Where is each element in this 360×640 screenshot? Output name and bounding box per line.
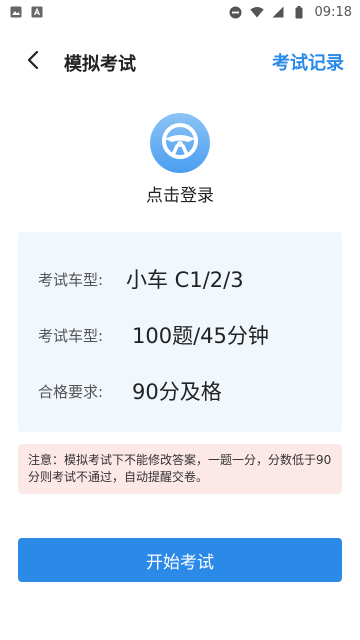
chevron-left-icon: [26, 50, 40, 74]
info-value: 小车 C1/2/3: [126, 268, 244, 292]
info-row-questions: 考试车型: 100题/45分钟: [38, 320, 269, 350]
wifi-icon: [249, 5, 264, 19]
notice-banner: 注意：模拟考试下不能修改答案，一题一分，分数低于90分则考试不通过，自动提醒交卷…: [18, 444, 342, 494]
exam-info-card: 考试车型: 小车 C1/2/3 考试车型: 100题/45分钟 合格要求: 90…: [18, 232, 342, 432]
battery-icon: [292, 5, 306, 19]
steering-wheel-icon: [160, 121, 200, 165]
status-bar: 09:18: [0, 0, 360, 24]
info-row-pass: 合格要求: 90分及格: [38, 376, 222, 406]
status-bar-left: [9, 5, 44, 19]
info-label: 考试车型:: [38, 270, 104, 289]
status-time: 09:18: [314, 4, 352, 20]
image-icon: [9, 5, 23, 19]
login-link[interactable]: 点击登录: [0, 181, 360, 206]
signal-icon: [271, 5, 285, 19]
back-button[interactable]: [20, 49, 46, 75]
info-value: 100题/45分钟: [132, 324, 269, 348]
nav-bar: 模拟考试 考试记录: [0, 36, 360, 86]
do-not-disturb-icon: [229, 5, 243, 19]
exam-record-link[interactable]: 考试记录: [272, 49, 344, 75]
info-label: 合格要求:: [38, 382, 104, 401]
status-bar-right: 09:18: [229, 5, 352, 20]
text-icon: [30, 5, 44, 19]
start-exam-button[interactable]: 开始考试: [18, 538, 342, 582]
avatar[interactable]: [150, 113, 210, 173]
page-title: 模拟考试: [64, 54, 136, 75]
info-label: 考试车型:: [38, 326, 104, 345]
exam-screen: 09:18 模拟考试 考试记录 点击登录 考试车型: 小车 C1/2/3 考试车…: [0, 0, 360, 640]
info-row-vehicle: 考试车型: 小车 C1/2/3: [38, 264, 244, 294]
info-value: 90分及格: [132, 380, 222, 404]
